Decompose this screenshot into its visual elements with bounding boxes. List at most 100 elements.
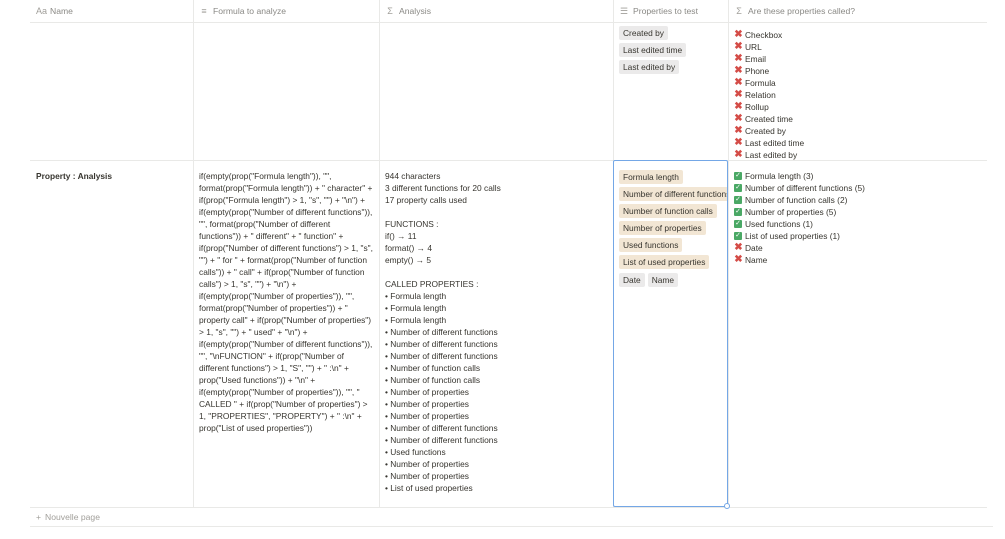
resize-handle[interactable] [724, 503, 730, 509]
property-tag: Created by [619, 26, 668, 40]
analysis-line [385, 206, 607, 218]
analysis-line: • List of used properties [385, 483, 473, 493]
selected-cell-outline [613, 160, 730, 509]
analysis-line: • Number of properties [385, 411, 469, 421]
called-property-item: ✓ Used functions (1) [734, 218, 981, 230]
column-header-formula[interactable]: ≡ Formula to analyze [193, 0, 379, 22]
row-title[interactable]: Property : Analysis [30, 165, 193, 187]
cross-icon: ✖ [734, 89, 743, 100]
check-icon: ✓ [734, 172, 742, 180]
cross-icon: ✖ [734, 113, 743, 124]
analysis-line: • Number of different functions [385, 339, 498, 349]
column-header-called[interactable]: Σ Are these properties called? [728, 0, 987, 22]
cross-icon: ✖ [734, 53, 743, 64]
called-property-label: Phone [745, 66, 770, 76]
called-property-item: ✖ Phone [734, 65, 981, 77]
analysis-line: CALLED PROPERTIES : [385, 279, 479, 289]
called-property-item: ✖ Rollup [734, 101, 981, 113]
analysis-line: • Formula length [385, 303, 447, 313]
cross-icon: ✖ [734, 29, 743, 40]
called-property-item: ✓ List of used properties (1) [734, 230, 981, 242]
called-property-label: Email [745, 54, 766, 64]
table-row[interactable]: Property : Analysis if(empty(prop("Formu… [30, 160, 987, 508]
called-property-label: Formula [745, 78, 776, 88]
called-property-item: ✖ Email [734, 53, 981, 65]
called-property-label: Number of properties (5) [745, 207, 837, 217]
analysis-line: • Number of function calls [385, 375, 481, 385]
column-header-label: Properties to test [633, 6, 698, 16]
column-header-properties-to-test[interactable]: ☰ Properties to test [613, 0, 728, 22]
column-header-analysis[interactable]: Σ Analysis [379, 0, 613, 22]
called-property-label: Date [745, 243, 763, 253]
cross-icon: ✖ [734, 254, 743, 265]
called-property-label: Used functions (1) [745, 219, 813, 229]
called-property-item: ✖ Created time [734, 113, 981, 125]
called-properties-cell[interactable]: ✖ Checkbox ✖ URL ✖ Email ✖ Phone ✖ Formula ✖ Relati… [728, 24, 987, 166]
called-property-item: ✓ Number of different functions (5) [734, 182, 981, 194]
analysis-line: • Number of properties [385, 459, 469, 469]
called-property-item: ✖ URL [734, 41, 981, 53]
called-property-item: ✖ Date [734, 242, 981, 254]
analysis-cell[interactable]: 944 characters 3 different functions for … [379, 165, 613, 499]
called-property-label: Number of function calls (2) [745, 195, 848, 205]
column-header-name[interactable]: Aa Name [30, 0, 193, 22]
analysis-line [385, 266, 607, 278]
new-page-button[interactable]: + Nouvelle page [30, 508, 993, 527]
called-property-label: Last edited time [745, 138, 805, 148]
analysis-line: • Number of different functions [385, 435, 498, 445]
column-header-label: Are these properties called? [748, 6, 856, 16]
analysis-line: • Formula length [385, 315, 447, 325]
called-property-item: ✓ Number of function calls (2) [734, 194, 981, 206]
analysis-line: • Number of properties [385, 387, 469, 397]
called-property-label: Created time [745, 114, 793, 124]
check-icon: ✓ [734, 196, 742, 204]
called-property-label: Formula length (3) [745, 171, 814, 181]
text-lines-icon: ≡ [201, 6, 207, 16]
check-icon: ✓ [734, 184, 742, 192]
analysis-line: format() → 4 [385, 243, 432, 253]
called-property-label: Checkbox [745, 30, 783, 40]
analysis-line: • Formula length [385, 291, 447, 301]
cross-icon: ✖ [734, 101, 743, 112]
column-header-label: Analysis [399, 6, 431, 16]
analysis-line: • Number of different functions [385, 423, 498, 433]
called-property-item: ✖ Created by [734, 125, 981, 137]
analysis-line: • Number of properties [385, 399, 469, 409]
called-property-item: ✖ Last edited time [734, 137, 981, 149]
new-page-label: Nouvelle page [45, 512, 100, 522]
check-icon: ✓ [734, 208, 742, 216]
cross-icon: ✖ [734, 41, 743, 52]
analysis-line: 3 different functions for 20 calls [385, 183, 501, 193]
analysis-line: empty() → 5 [385, 255, 432, 265]
cross-icon: ✖ [734, 137, 743, 148]
called-property-label: Relation [745, 90, 776, 100]
analysis-line: • Number of properties [385, 471, 469, 481]
called-property-item: ✓ Number of properties (5) [734, 206, 981, 218]
called-property-label: List of used properties (1) [745, 231, 840, 241]
cross-icon: ✖ [734, 77, 743, 88]
analysis-line: 944 characters [385, 171, 441, 181]
sigma-icon: Σ [736, 6, 742, 16]
properties-to-test-cell[interactable]: Created by Last edited time Last edited … [613, 20, 728, 82]
analysis-line: • Number of different functions [385, 327, 498, 337]
formula-cell[interactable]: if(empty(prop("Formula length")), "", fo… [193, 165, 379, 439]
analysis-line: if() → 11 [385, 231, 417, 241]
called-property-item: ✖ Formula [734, 77, 981, 89]
table-row[interactable]: Created by Last edited time Last edited … [30, 22, 987, 161]
called-property-item: ✖ Relation [734, 89, 981, 101]
called-properties-cell[interactable]: ✓ Formula length (3) ✓ Number of different … [728, 165, 987, 271]
called-property-label: URL [745, 42, 762, 52]
column-header-label: Name [50, 6, 73, 16]
database-table: Aa Name ≡ Formula to analyze Σ Analysis … [30, 0, 993, 539]
table-header: Aa Name ≡ Formula to analyze Σ Analysis … [30, 0, 987, 23]
cross-icon: ✖ [734, 242, 743, 253]
check-icon: ✓ [734, 232, 742, 240]
check-icon: ✓ [734, 220, 742, 228]
cross-icon: ✖ [734, 125, 743, 136]
called-property-item: ✓ Formula length (3) [734, 170, 981, 182]
analysis-line: 17 property calls used [385, 195, 467, 205]
property-tag: Last edited time [619, 43, 687, 57]
analysis-line: • Number of function calls [385, 363, 481, 373]
called-property-item: ✖ Checkbox [734, 29, 981, 41]
analysis-line: • Used functions [385, 447, 446, 457]
